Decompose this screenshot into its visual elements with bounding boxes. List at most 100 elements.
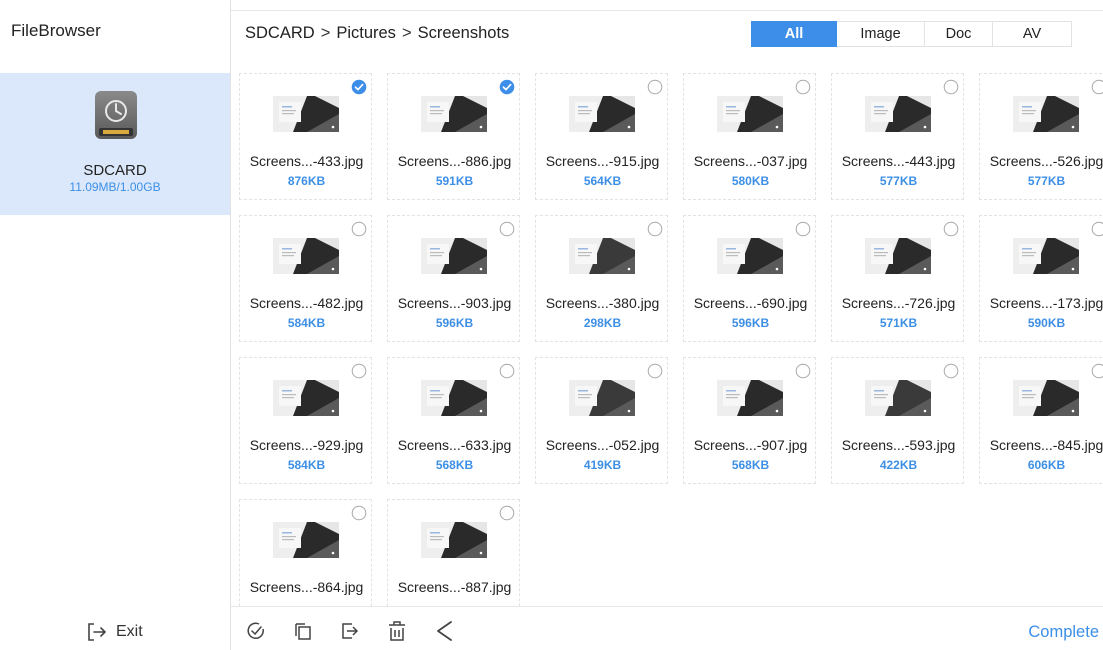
tab-image[interactable]: Image bbox=[837, 21, 925, 47]
file-thumbnail bbox=[717, 238, 783, 274]
breadcrumb-screenshots[interactable]: Screenshots bbox=[418, 24, 510, 43]
unchecked-circle-icon[interactable] bbox=[943, 79, 959, 95]
file-tile[interactable]: Screens...-433.jpg 876KB bbox=[239, 73, 372, 200]
exit-label: Exit bbox=[116, 623, 143, 640]
file-tile[interactable]: Screens...-887.jpg bbox=[387, 499, 520, 606]
file-thumbnail bbox=[273, 380, 339, 416]
file-tile[interactable]: Screens...-633.jpg 568KB bbox=[387, 357, 520, 484]
tab-av[interactable]: AV bbox=[993, 21, 1072, 47]
file-tile[interactable]: Screens...-907.jpg 568KB bbox=[683, 357, 816, 484]
bottom-toolbar bbox=[246, 620, 454, 642]
exit-button[interactable]: Exit bbox=[86, 619, 143, 645]
breadcrumb-sdcard[interactable]: SDCARD bbox=[245, 24, 315, 43]
file-name: Screens...-526.jpg bbox=[989, 153, 1103, 169]
file-thumbnail bbox=[421, 522, 487, 558]
file-name: Screens...-690.jpg bbox=[693, 295, 808, 311]
sidebar: FileBrowser SDCARD 11.09MB/1.00GB Exit bbox=[0, 0, 231, 650]
breadcrumb-pictures[interactable]: Pictures bbox=[336, 24, 396, 43]
share-icon bbox=[437, 621, 452, 641]
unchecked-circle-icon[interactable] bbox=[1091, 221, 1103, 237]
file-name: Screens...-380.jpg bbox=[545, 295, 660, 311]
checked-circle-icon[interactable] bbox=[499, 79, 515, 95]
unchecked-circle-icon[interactable] bbox=[499, 363, 515, 379]
file-size: 876KB bbox=[287, 174, 326, 188]
delete-icon bbox=[389, 621, 405, 641]
move-icon bbox=[342, 623, 359, 639]
file-name: Screens...-037.jpg bbox=[693, 153, 808, 169]
file-thumbnail bbox=[717, 380, 783, 416]
file-tile[interactable]: Screens...-915.jpg 564KB bbox=[535, 73, 668, 200]
file-tile[interactable]: Screens...-903.jpg 596KB bbox=[387, 215, 520, 342]
file-grid: Screens...-433.jpg 876KB Screens...-886.jp… bbox=[231, 60, 1103, 606]
copy-icon bbox=[295, 623, 311, 640]
file-tile[interactable]: Screens...-052.jpg 419KB bbox=[535, 357, 668, 484]
select-all-button[interactable] bbox=[246, 620, 266, 642]
unchecked-circle-icon[interactable] bbox=[1091, 79, 1103, 95]
complete-button[interactable]: Complete bbox=[1028, 623, 1099, 642]
file-name: Screens...-482.jpg bbox=[249, 295, 364, 311]
file-name: Screens...-907.jpg bbox=[693, 437, 808, 453]
unchecked-circle-icon[interactable] bbox=[943, 363, 959, 379]
file-tile[interactable]: Screens...-526.jpg 577KB bbox=[979, 73, 1103, 200]
checked-circle-icon[interactable] bbox=[351, 79, 367, 95]
unchecked-circle-icon[interactable] bbox=[351, 505, 367, 521]
file-thumbnail bbox=[865, 238, 931, 274]
breadcrumb-separator: > bbox=[320, 24, 331, 42]
unchecked-circle-icon[interactable] bbox=[351, 363, 367, 379]
share-button[interactable] bbox=[434, 620, 454, 642]
unchecked-circle-icon[interactable] bbox=[795, 79, 811, 95]
file-tile[interactable]: Screens...-845.jpg 606KB bbox=[979, 357, 1103, 484]
unchecked-circle-icon[interactable] bbox=[795, 221, 811, 237]
file-tile[interactable]: Screens...-886.jpg 591KB bbox=[387, 73, 520, 200]
unchecked-circle-icon[interactable] bbox=[795, 363, 811, 379]
unchecked-circle-icon[interactable] bbox=[351, 221, 367, 237]
sidebar-item-sdcard[interactable]: SDCARD 11.09MB/1.00GB bbox=[0, 73, 230, 215]
unchecked-circle-icon[interactable] bbox=[499, 221, 515, 237]
file-thumbnail bbox=[421, 380, 487, 416]
file-size: 568KB bbox=[731, 458, 770, 472]
drive-name: SDCARD bbox=[83, 162, 147, 179]
file-tile[interactable]: Screens...-593.jpg 422KB bbox=[831, 357, 964, 484]
file-tile[interactable]: Screens...-443.jpg 577KB bbox=[831, 73, 964, 200]
drive-usage: 11.09MB/1.00GB bbox=[69, 180, 161, 194]
tab-doc[interactable]: Doc bbox=[925, 21, 993, 47]
file-name: Screens...-915.jpg bbox=[545, 153, 660, 169]
delete-button[interactable] bbox=[387, 620, 407, 642]
file-size: 590KB bbox=[1027, 316, 1066, 330]
file-tile[interactable]: Screens...-037.jpg 580KB bbox=[683, 73, 816, 200]
file-name: Screens...-633.jpg bbox=[397, 437, 512, 453]
unchecked-circle-icon[interactable] bbox=[647, 221, 663, 237]
file-size: 584KB bbox=[287, 316, 326, 330]
file-tile[interactable]: Screens...-864.jpg bbox=[239, 499, 372, 606]
file-tile[interactable]: Screens...-380.jpg 298KB bbox=[535, 215, 668, 342]
file-thumbnail bbox=[421, 96, 487, 132]
file-name: Screens...-887.jpg bbox=[397, 579, 512, 595]
file-tile[interactable]: Screens...-173.jpg 590KB bbox=[979, 215, 1103, 342]
unchecked-circle-icon[interactable] bbox=[943, 221, 959, 237]
exit-icon bbox=[88, 623, 106, 641]
move-button[interactable] bbox=[340, 620, 360, 642]
file-thumbnail bbox=[1013, 96, 1079, 132]
file-size: 568KB bbox=[435, 458, 474, 472]
file-tile[interactable]: Screens...-690.jpg 596KB bbox=[683, 215, 816, 342]
unchecked-circle-icon[interactable] bbox=[499, 505, 515, 521]
file-size: 564KB bbox=[583, 174, 622, 188]
file-thumbnail bbox=[865, 380, 931, 416]
file-name: Screens...-929.jpg bbox=[249, 437, 364, 453]
file-thumbnail bbox=[1013, 380, 1079, 416]
file-size: 577KB bbox=[879, 174, 918, 188]
unchecked-circle-icon[interactable] bbox=[647, 363, 663, 379]
unchecked-circle-icon[interactable] bbox=[1091, 363, 1103, 379]
file-thumbnail bbox=[569, 238, 635, 274]
file-tile[interactable]: Screens...-929.jpg 584KB bbox=[239, 357, 372, 484]
copy-button[interactable] bbox=[293, 620, 313, 642]
file-tile[interactable]: Screens...-726.jpg 571KB bbox=[831, 215, 964, 342]
file-size: 422KB bbox=[879, 458, 918, 472]
tab-all[interactable]: All bbox=[751, 21, 837, 47]
breadcrumb-separator: > bbox=[401, 24, 412, 42]
file-thumbnail bbox=[421, 238, 487, 274]
file-tile[interactable]: Screens...-482.jpg 584KB bbox=[239, 215, 372, 342]
unchecked-circle-icon[interactable] bbox=[647, 79, 663, 95]
file-thumbnail bbox=[273, 522, 339, 558]
file-size: 580KB bbox=[731, 174, 770, 188]
